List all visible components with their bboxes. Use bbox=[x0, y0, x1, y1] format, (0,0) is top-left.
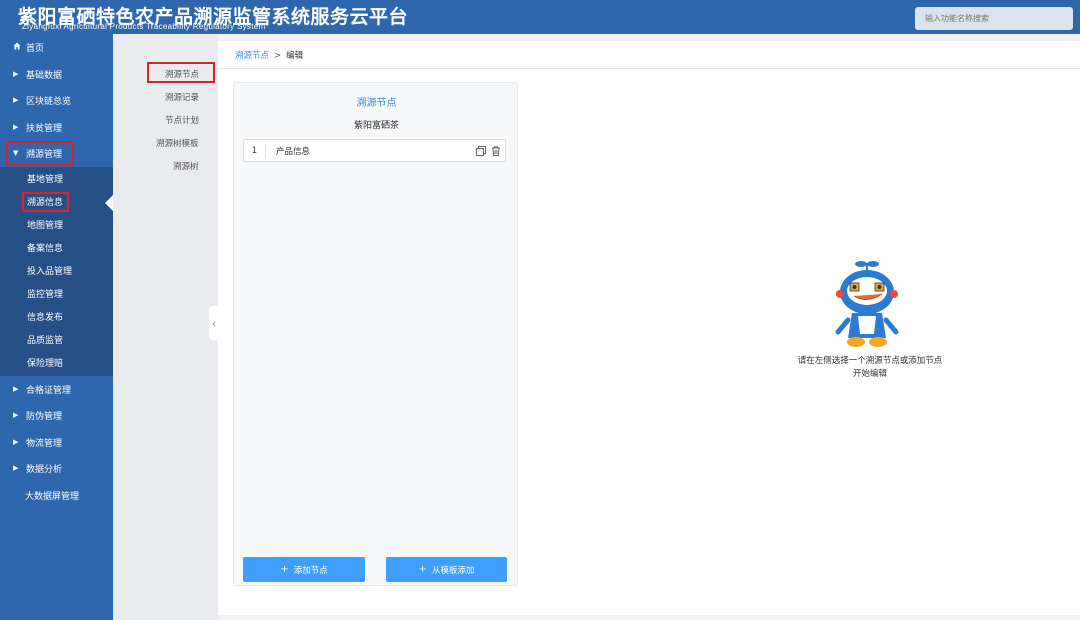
empty-state-line1: 请在左侧选择一个溯源节点或添加节点 bbox=[797, 356, 943, 366]
breadcrumb-separator: > bbox=[274, 51, 282, 61]
nav-anticounterfeit-label: 防伪管理 bbox=[26, 411, 63, 422]
nav-logistics-management[interactable]: ▶ 物流管理 bbox=[0, 429, 113, 455]
sidebar2-node-plan[interactable]: 节点计划 bbox=[165, 114, 199, 126]
nav-anticounterfeit-management[interactable]: ▶ 防伪管理 bbox=[0, 402, 113, 428]
submenu-inputs-management[interactable]: 投入品管理 bbox=[0, 259, 113, 282]
function-search-input[interactable] bbox=[915, 7, 1073, 30]
mascot-illustration bbox=[830, 258, 904, 354]
caret-right-icon: ▶ bbox=[13, 96, 19, 104]
breadcrumb-current: 编辑 bbox=[286, 51, 304, 61]
list-item[interactable]: 1 产品信息 bbox=[243, 139, 506, 162]
nav-big-screen[interactable]: 大数据屏管理 bbox=[0, 482, 113, 508]
caret-right-icon: ▶ bbox=[13, 411, 19, 419]
submenu-info-publish[interactable]: 信息发布 bbox=[0, 305, 113, 328]
nav-data-analysis-label: 数据分析 bbox=[26, 464, 63, 475]
nav-poverty-label: 扶贫管理 bbox=[26, 123, 63, 134]
node-label: 产品信息 bbox=[276, 146, 311, 157]
add-from-template-button[interactable]: + 从模板添加 bbox=[386, 557, 507, 582]
top-header: 紫阳富硒特色农产品溯源监管系统服务云平台 Ziyangfuxi Agricult… bbox=[0, 0, 1080, 34]
caret-right-icon: ▶ bbox=[13, 464, 19, 472]
nav-home[interactable]: 首页 bbox=[0, 34, 113, 60]
nav-certificate-label: 合格证管理 bbox=[26, 385, 72, 396]
collapse-sidebar-toggle[interactable]: ‹ bbox=[209, 306, 219, 340]
submenu-map-management[interactable]: 地图管理 bbox=[0, 213, 113, 236]
add-from-template-label: 从模板添加 bbox=[431, 565, 475, 576]
submenu-filing-info[interactable]: 备案信息 bbox=[0, 236, 113, 259]
nav-logistics-label: 物流管理 bbox=[26, 438, 63, 449]
add-node-button[interactable]: + 添加节点 bbox=[243, 557, 365, 582]
submenu-trace-info[interactable]: 溯源信息 bbox=[0, 190, 113, 213]
sidebar2-trace-record[interactable]: 溯源记录 bbox=[165, 91, 199, 103]
trace-node-panel: 溯源节点 紫阳富硒茶 1 产品信息 + 添加节点 + 从模板添加 bbox=[233, 82, 518, 586]
empty-state-line2: 开始编辑 bbox=[852, 369, 887, 379]
empty-state-message: 请在左侧选择一个溯源节点或添加节点 开始编辑 bbox=[770, 355, 970, 381]
caret-down-icon: ▼ bbox=[13, 149, 19, 157]
nav-traceability-label: 溯源管理 bbox=[26, 149, 63, 160]
caret-right-icon: ▶ bbox=[13, 385, 19, 393]
active-indicator-caret bbox=[105, 195, 113, 211]
breadcrumb-parent-link[interactable]: 溯源节点 bbox=[235, 51, 269, 61]
node-index: 1 bbox=[244, 143, 266, 158]
nav-home-label: 首页 bbox=[26, 43, 45, 54]
caret-right-icon: ▶ bbox=[13, 438, 19, 446]
nav-blockchain-label: 区块链总览 bbox=[26, 96, 72, 107]
nav-traceability-management[interactable]: ▼ 溯源管理 bbox=[0, 140, 113, 166]
chevron-left-icon: ‹ bbox=[211, 316, 217, 330]
nav-basic-data-label: 基础数据 bbox=[26, 70, 63, 81]
nav-certificate-management[interactable]: ▶ 合格证管理 bbox=[0, 376, 113, 402]
copy-icon[interactable] bbox=[475, 145, 487, 157]
add-node-label: 添加节点 bbox=[293, 565, 328, 576]
trash-icon[interactable] bbox=[490, 145, 502, 157]
panel-title: 溯源节点 bbox=[356, 98, 397, 109]
sidebar2-tree-template[interactable]: 溯源树模板 bbox=[156, 137, 199, 149]
submenu-quality-supervision[interactable]: 品质监管 bbox=[0, 328, 113, 351]
nav-poverty-management[interactable]: ▶ 扶贫管理 bbox=[0, 114, 113, 140]
nav-data-analysis[interactable]: ▶ 数据分析 bbox=[0, 455, 113, 481]
nav-blockchain-overview[interactable]: ▶ 区块链总览 bbox=[0, 87, 113, 113]
breadcrumb: 溯源节点 > 编辑 bbox=[235, 49, 303, 61]
app-subtitle: Ziyangfuxi Agricultural Products Traceab… bbox=[22, 22, 266, 31]
submenu-insurance-claims[interactable]: 保险理赔 bbox=[0, 351, 113, 374]
nav-basic-data[interactable]: ▶ 基础数据 bbox=[0, 61, 113, 87]
caret-right-icon: ▶ bbox=[13, 123, 19, 131]
sidebar2-trace-tree[interactable]: 溯源树 bbox=[173, 160, 199, 172]
breadcrumb-divider bbox=[218, 68, 1080, 69]
plus-icon: + bbox=[418, 564, 427, 575]
submenu-base-management[interactable]: 基地管理 bbox=[0, 167, 113, 190]
sidebar2-trace-node[interactable]: 溯源节点 bbox=[165, 68, 199, 80]
submenu-monitoring[interactable]: 监控管理 bbox=[0, 282, 113, 305]
product-name: 紫阳富硒茶 bbox=[353, 121, 399, 131]
home-icon bbox=[13, 42, 21, 52]
plus-icon: + bbox=[280, 564, 289, 575]
caret-right-icon: ▶ bbox=[13, 70, 19, 78]
